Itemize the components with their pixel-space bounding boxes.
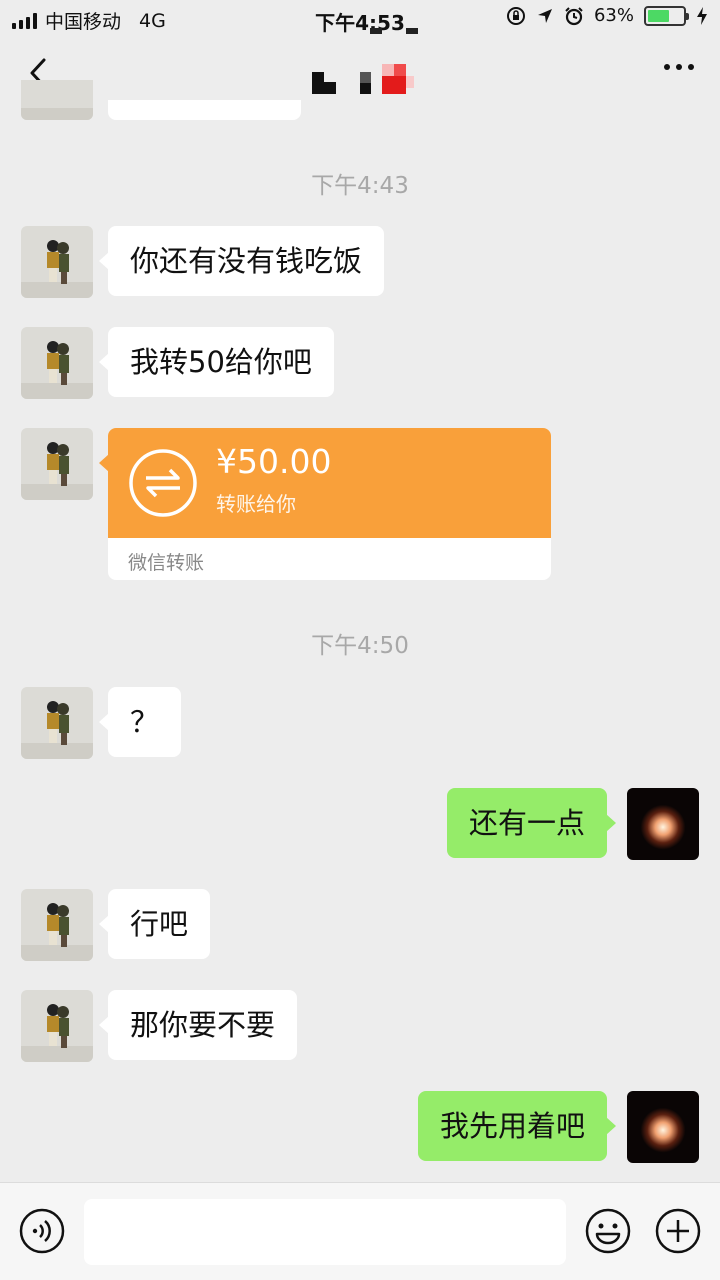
more-dots-icon[interactable] — [664, 64, 694, 70]
contact-name-redacted — [312, 62, 422, 96]
avatar[interactable] — [21, 80, 93, 120]
transfer-footer: 微信转账 — [128, 552, 205, 574]
chat-input-bar — [0, 1182, 720, 1280]
message-bubble[interactable]: 我转50给你吧 — [99, 327, 334, 397]
message-bubble[interactable]: 你还有没有钱吃饭 — [98, 226, 385, 296]
charging-icon — [697, 7, 707, 25]
avatar[interactable] — [21, 428, 93, 500]
status-right: 63% — [506, 6, 708, 26]
self-avatar[interactable] — [627, 788, 699, 860]
location-icon — [537, 9, 552, 23]
transfer-card-header: ¥50.00 转账给你 — [108, 428, 551, 538]
transfer-amount: ¥50.00 — [216, 442, 332, 481]
message-bubble-partial — [108, 100, 301, 120]
voice-icon[interactable] — [18, 1207, 66, 1255]
battery-percent: 63% — [593, 5, 634, 26]
transfer-card[interactable]: ¥50.00 转账给你 微信转账 — [99, 428, 551, 580]
time-redaction — [370, 28, 382, 34]
transfer-arrows-icon — [129, 449, 197, 517]
message-bubble-self[interactable]: 还有一点 — [446, 788, 617, 858]
message-input[interactable] — [84, 1199, 566, 1265]
timestamp: 下午4:50 — [311, 633, 409, 659]
transfer-description: 转账给你 — [216, 492, 296, 516]
emoji-icon[interactable] — [584, 1207, 632, 1255]
status-bar: 中国移动 4G 下午4:53 63% — [0, 0, 720, 40]
avatar[interactable] — [21, 687, 93, 759]
message-bubble-self[interactable]: 我先用着吧 — [417, 1091, 617, 1161]
timestamp: 下午4:43 — [311, 173, 409, 199]
message-bubble[interactable]: ？ — [98, 687, 182, 757]
avatar[interactable] — [21, 889, 93, 961]
time-redaction — [406, 28, 418, 34]
avatar[interactable] — [21, 226, 93, 298]
self-avatar[interactable] — [627, 1091, 699, 1163]
alarm-icon — [565, 7, 583, 26]
message-bubble[interactable]: 那你要不要 — [98, 990, 298, 1060]
orientation-lock-icon — [506, 7, 525, 25]
avatar[interactable] — [21, 327, 93, 399]
battery-icon — [644, 6, 689, 26]
avatar[interactable] — [21, 990, 93, 1062]
message-bubble[interactable]: 行吧 — [98, 889, 211, 959]
plus-icon[interactable] — [654, 1207, 702, 1255]
